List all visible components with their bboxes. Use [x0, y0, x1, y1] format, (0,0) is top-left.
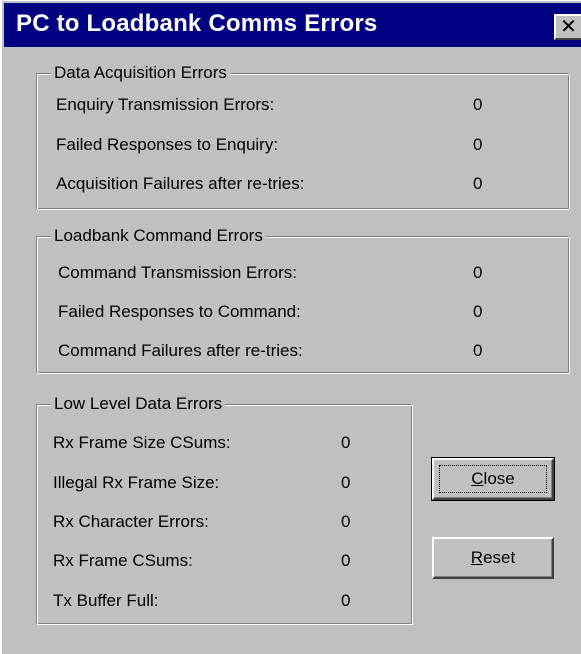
reset-button-label: Reset: [471, 548, 515, 567]
command-failures-label: Command Failures after re-tries:: [58, 341, 303, 360]
group-title: Loadbank Command Errors: [51, 226, 266, 246]
window-title: PC to Loadbank Comms Errors: [16, 10, 378, 37]
reset-button-rest: eset: [483, 548, 516, 567]
dialog-window: PC to Loadbank Comms Errors ✕ Data Acqui…: [0, 0, 581, 654]
failed-responses-command-value: 0: [473, 302, 483, 321]
title-bar[interactable]: PC to Loadbank Comms Errors ✕: [4, 3, 581, 47]
rx-frame-size-csums-label: Rx Frame Size CSums:: [53, 433, 231, 452]
illegal-rx-frame-size-label: Illegal Rx Frame Size:: [53, 473, 220, 492]
command-transmission-errors-value: 0: [473, 263, 483, 282]
tx-buffer-full-value: 0: [341, 591, 351, 610]
close-button-label: Close: [471, 469, 514, 488]
acquisition-failures-value: 0: [473, 174, 483, 193]
rx-frame-csums-label: Rx Frame CSums:: [53, 551, 193, 570]
failed-responses-enquiry-label: Failed Responses to Enquiry:: [56, 135, 279, 154]
failed-responses-command-label: Failed Responses to Command:: [58, 302, 301, 321]
tx-buffer-full-label: Tx Buffer Full:: [53, 591, 159, 610]
enquiry-transmission-errors-value: 0: [473, 95, 483, 114]
close-button-mnemonic: C: [471, 469, 484, 488]
close-icon[interactable]: ✕: [554, 14, 581, 40]
group-title: Data Acquisition Errors: [51, 63, 230, 83]
close-button-rest: lose: [483, 469, 515, 488]
reset-button-mnemonic: R: [470, 548, 484, 567]
close-button[interactable]: Close: [431, 457, 555, 501]
rx-frame-size-csums-value: 0: [341, 433, 351, 452]
rx-character-errors-label: Rx Character Errors:: [53, 512, 209, 531]
illegal-rx-frame-size-value: 0: [341, 473, 351, 492]
rx-frame-csums-value: 0: [341, 551, 351, 570]
acquisition-failures-label: Acquisition Failures after re-tries:: [56, 174, 305, 193]
failed-responses-enquiry-value: 0: [473, 135, 483, 154]
enquiry-transmission-errors-label: Enquiry Transmission Errors:: [56, 95, 275, 114]
reset-button[interactable]: Reset: [432, 537, 554, 579]
rx-character-errors-value: 0: [341, 512, 351, 531]
command-failures-value: 0: [473, 341, 483, 360]
group-title: Low Level Data Errors: [51, 394, 226, 414]
command-transmission-errors-label: Command Transmission Errors:: [58, 263, 298, 282]
